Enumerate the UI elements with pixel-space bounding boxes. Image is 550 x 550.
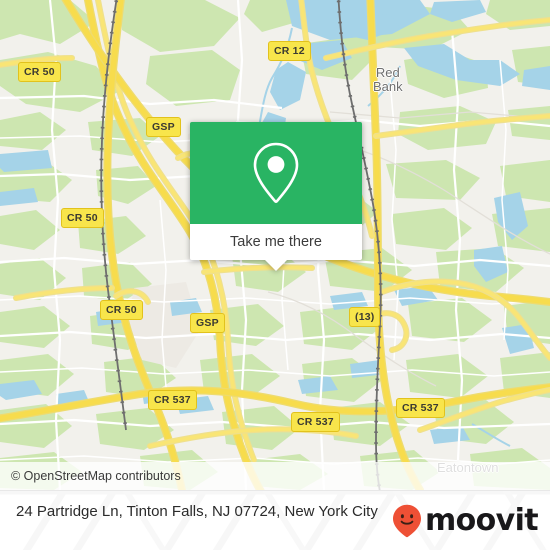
location-popup[interactable]: Take me there <box>190 122 362 271</box>
take-me-there-label: Take me there <box>230 234 322 250</box>
map-pin-icon <box>253 142 299 203</box>
road-shield-gsp-2: GSP <box>190 313 225 333</box>
bottom-bar: 24 Partridge Ln, Tinton Falls, NJ 07724,… <box>0 490 550 550</box>
address-text: 24 Partridge Ln, Tinton Falls, NJ 07724,… <box>16 503 378 520</box>
moovit-brand[interactable]: moovit <box>392 503 539 538</box>
road-shield-route13: (13) <box>349 307 381 327</box>
moovit-wordmark: moovit <box>424 503 539 538</box>
road-shield-cr12: CR 12 <box>268 41 311 61</box>
map-canvas[interactable]: .grn { fill:#CDE6B0; } .wat { fill:#A5D3… <box>0 0 550 490</box>
popup-tail <box>265 260 287 271</box>
osm-attribution-text[interactable]: © OpenStreetMap contributors <box>0 469 181 483</box>
road-shield-cr50-1: CR 50 <box>18 62 61 82</box>
moovit-pin-smiley-icon <box>392 504 421 538</box>
road-shield-cr537-1: CR 537 <box>148 390 197 410</box>
road-shield-gsp-1: GSP <box>146 117 181 137</box>
take-me-there-button[interactable]: Take me there <box>190 224 362 260</box>
map-screen: .grn { fill:#CDE6B0; } .wat { fill:#A5D3… <box>0 0 550 550</box>
road-shield-cr50-2: CR 50 <box>61 208 104 228</box>
road-shield-cr537-2: CR 537 <box>291 412 340 432</box>
road-shield-cr50-3: CR 50 <box>100 300 143 320</box>
popup-image-area <box>190 122 362 224</box>
road-shield-cr537-3: CR 537 <box>396 398 445 418</box>
map-attribution-bar: © OpenStreetMap contributors <box>0 462 550 490</box>
